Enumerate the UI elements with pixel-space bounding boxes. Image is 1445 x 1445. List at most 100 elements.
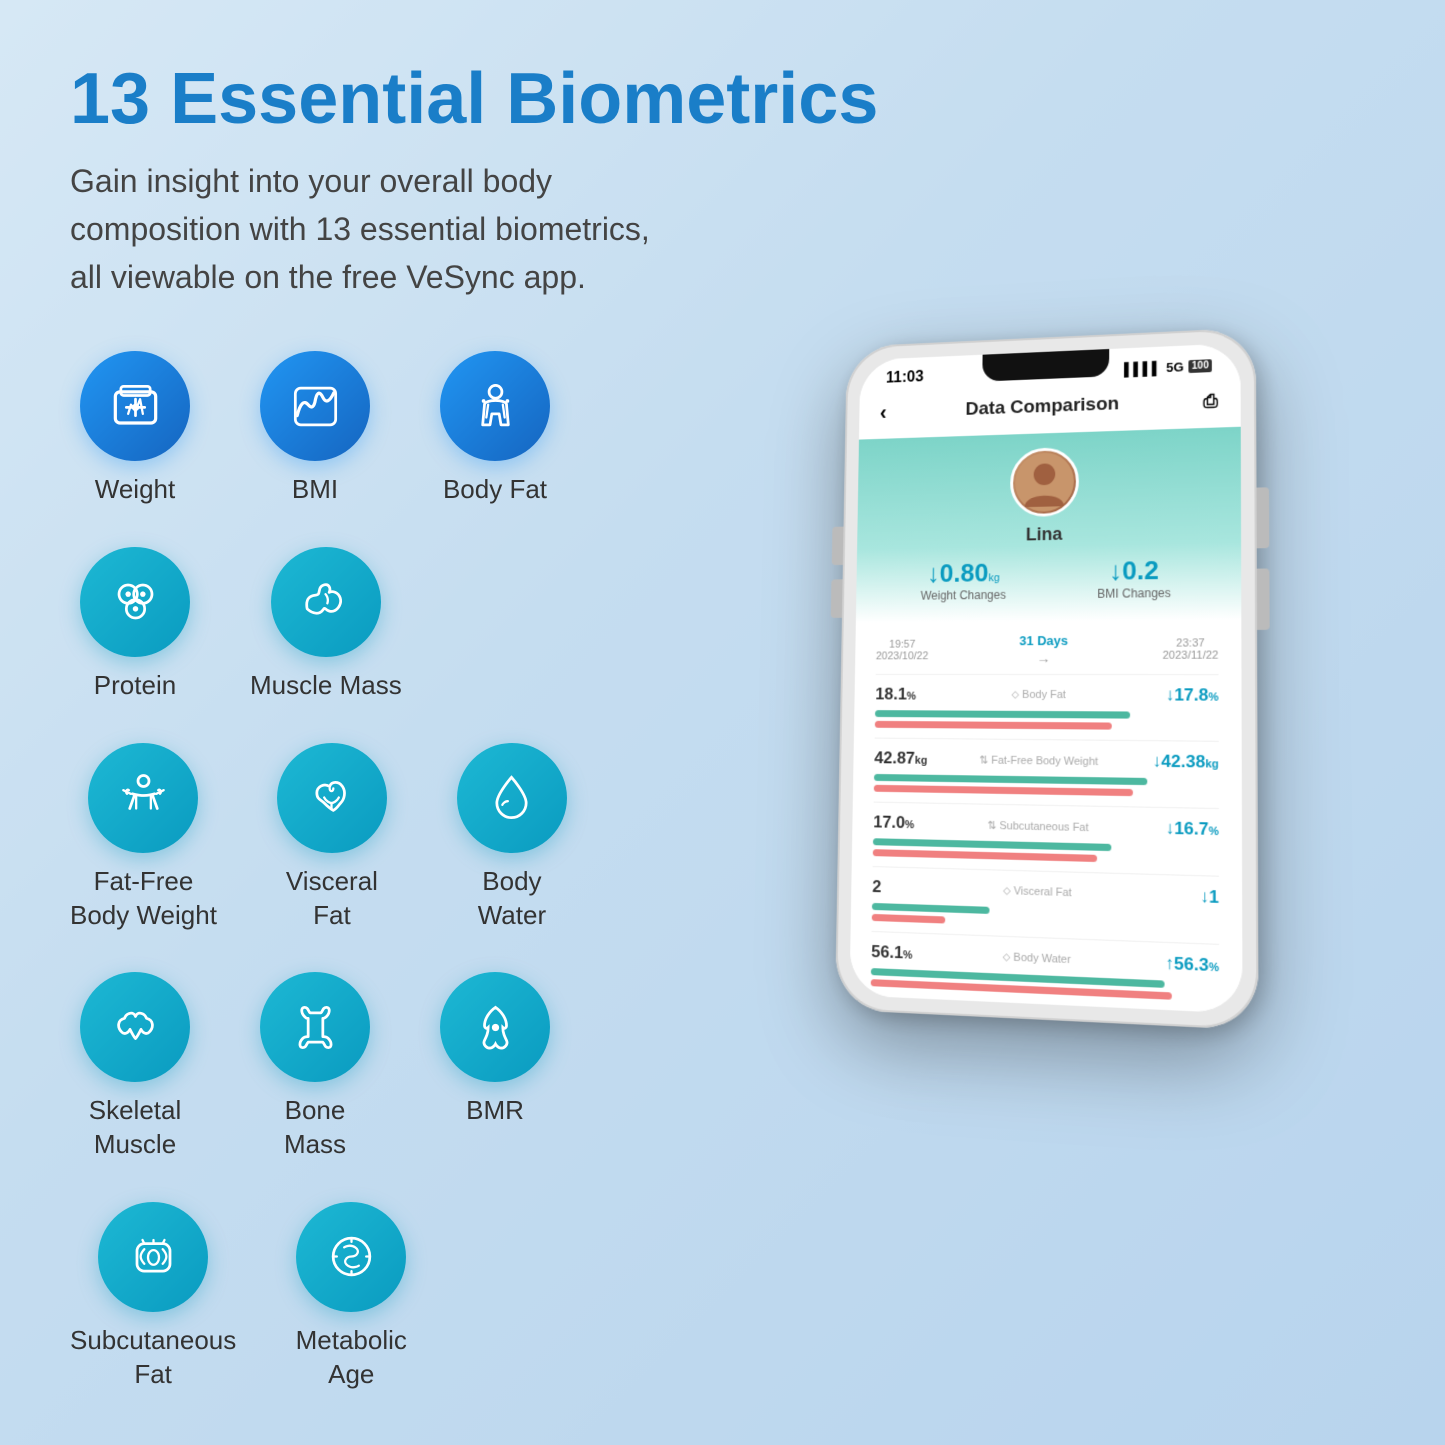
data-row-bodyfat: 18.1% ⬦ Body Fat ↓17.8% (874, 674, 1218, 741)
biometric-row-4: SkeletalMuscle BoneMass (70, 972, 650, 1162)
biometric-row-2: Protein Muscle Mass (70, 547, 650, 703)
bodyfat-label: Body Fat (443, 473, 547, 507)
avatar (1009, 447, 1078, 517)
weight-label: Weight (95, 473, 175, 507)
visceralfat-svg-icon (304, 770, 359, 825)
bmi-change-label: BMI Changes (1097, 586, 1171, 601)
avatar-image (1014, 452, 1073, 512)
weight-icon-circle (80, 351, 190, 461)
bonemass-svg-icon (288, 1000, 343, 1055)
side-button-4 (830, 580, 842, 619)
bmr-icon-circle (440, 972, 550, 1082)
arrow-right-icon: → (1036, 650, 1050, 666)
musclemass-icon-circle (271, 547, 381, 657)
bodyfat-svg-icon (468, 379, 523, 434)
protein-label: Protein (94, 669, 176, 703)
days-badge: 31 Days (1019, 633, 1068, 648)
weight-change-value: ↓0.80kg (920, 558, 1006, 589)
skeletal-icon-circle (80, 972, 190, 1082)
page-container: 13 Essential Biometrics Gain insight int… (0, 0, 1445, 1445)
metabolic-label: MetabolicAge (296, 1324, 407, 1392)
fatfree-label: Fat-FreeBody Weight (70, 865, 217, 933)
date-middle: 31 Days → (1019, 633, 1068, 666)
bmi-change-metric: ↓0.2 BMI Changes (1097, 555, 1171, 601)
biometric-bmi: BMI (250, 351, 380, 507)
side-button-1 (1256, 487, 1269, 548)
back-icon[interactable]: ‹ (879, 401, 886, 426)
date-right: 23:37 2023/11/22 (1162, 637, 1218, 662)
biometric-row-3: Fat-FreeBody Weight VisceralFat (70, 743, 650, 933)
biometric-skeletal: SkeletalMuscle (70, 972, 200, 1162)
bmi-change-value: ↓0.2 (1097, 555, 1171, 587)
page-subtitle: Gain insight into your overall body comp… (70, 157, 670, 301)
biometric-fatfree: Fat-FreeBody Weight (70, 743, 217, 933)
date-left: 19:57 2023/10/22 (875, 638, 928, 662)
biometric-row-1: Weight BMI (70, 351, 650, 507)
biometric-musclemass: Muscle Mass (250, 547, 402, 703)
phone-mockup: 11:03 ▌▌▌▌ 5G 100 ‹ Data Comparison ⎙ (834, 328, 1258, 1031)
page-title: 13 Essential Biometrics (70, 60, 1375, 139)
skeletal-label: SkeletalMuscle (89, 1094, 182, 1162)
weight-change-metric: ↓0.80kg Weight Changes (920, 558, 1006, 603)
biometric-protein: Protein (70, 547, 200, 703)
subcutaneous-label: SubcutaneousFat (70, 1324, 236, 1392)
subcutaneous-svg-icon (126, 1229, 181, 1284)
profile-section: Lina ↓0.80kg Weight Changes ↓0.2 BMI Cha… (855, 427, 1240, 623)
biometric-bodywater: BodyWater (447, 743, 577, 933)
phone-notch (982, 349, 1109, 382)
bodywater-icon-circle (457, 743, 567, 853)
data-row-bodywater: 56.1% ⬦ Body Water ↑56.3% (870, 931, 1219, 1013)
bodywater-svg-icon (484, 770, 539, 825)
side-button-3 (831, 527, 843, 565)
bodyfat-icon-circle (440, 351, 550, 461)
bmi-icon-circle (260, 351, 370, 461)
share-icon[interactable]: ⎙ (1203, 390, 1218, 411)
biometric-bonemass: BoneMass (250, 972, 380, 1162)
biometric-subcutaneous: SubcutaneousFat (70, 1202, 236, 1392)
app-header-title: Data Comparison (965, 394, 1119, 421)
biometric-weight: Weight (70, 351, 200, 507)
data-row-subcutaneous: 17.0% ⇅ Subcutaneous Fat ↓16.7% (872, 802, 1218, 876)
fatfree-svg-icon (116, 770, 171, 825)
bmr-svg-icon (468, 1000, 523, 1055)
bmr-label: BMR (466, 1094, 524, 1128)
phone-container: 11:03 ▌▌▌▌ 5G 100 ‹ Data Comparison ⎙ (710, 331, 1375, 1014)
data-row-fatfree: 42.87kg ⇅ Fat-Free Body Weight ↓42.38kg (873, 738, 1218, 808)
battery-level: 100 (1188, 359, 1211, 373)
metabolic-icon-circle (296, 1202, 406, 1312)
protein-icon-circle (80, 547, 190, 657)
weight-svg-icon (108, 379, 163, 434)
visceralfat-label: VisceralFat (286, 865, 378, 933)
data-section: 19:57 2023/10/22 31 Days → 23:37 2023/11… (849, 620, 1242, 1014)
skeletal-svg-icon (108, 1000, 163, 1055)
fatfree-icon-circle (88, 743, 198, 853)
protein-svg-icon (108, 574, 163, 629)
metabolic-svg-icon (324, 1229, 379, 1284)
biometric-bmr: BMR (430, 972, 560, 1128)
biometric-metabolic: MetabolicAge (286, 1202, 416, 1392)
visceralfat-icon-circle (277, 743, 387, 853)
date-row: 19:57 2023/10/22 31 Days → 23:37 2023/11… (875, 620, 1218, 674)
musclemass-svg-icon (298, 574, 353, 629)
profile-name: Lina (877, 521, 1218, 548)
weight-change-label: Weight Changes (920, 588, 1005, 603)
content-area: Weight BMI (70, 351, 1375, 1391)
side-button-2 (1256, 569, 1269, 630)
musclemass-label: Muscle Mass (250, 669, 402, 703)
bodywater-label: BodyWater (478, 865, 546, 933)
header-section: 13 Essential Biometrics Gain insight int… (70, 60, 1375, 301)
biometric-row-5: SubcutaneousFat MetabolicAge (70, 1202, 650, 1392)
subcutaneous-icon-circle (98, 1202, 208, 1312)
signal-icon: ▌▌▌▌ (1124, 360, 1161, 376)
metrics-row: ↓0.80kg Weight Changes ↓0.2 BMI Changes (876, 554, 1218, 603)
bmi-label: BMI (292, 473, 338, 507)
bonemass-label: BoneMass (284, 1094, 346, 1162)
network-type: 5G (1166, 359, 1184, 375)
bonemass-icon-circle (260, 972, 370, 1082)
biometric-visceralfat: VisceralFat (267, 743, 397, 933)
biometrics-grid: Weight BMI (70, 351, 650, 1391)
biometric-bodyfat: Body Fat (430, 351, 560, 507)
status-time: 11:03 (885, 369, 923, 388)
phone-inner: 11:03 ▌▌▌▌ 5G 100 ‹ Data Comparison ⎙ (849, 343, 1242, 1013)
bmi-svg-icon (288, 379, 343, 434)
